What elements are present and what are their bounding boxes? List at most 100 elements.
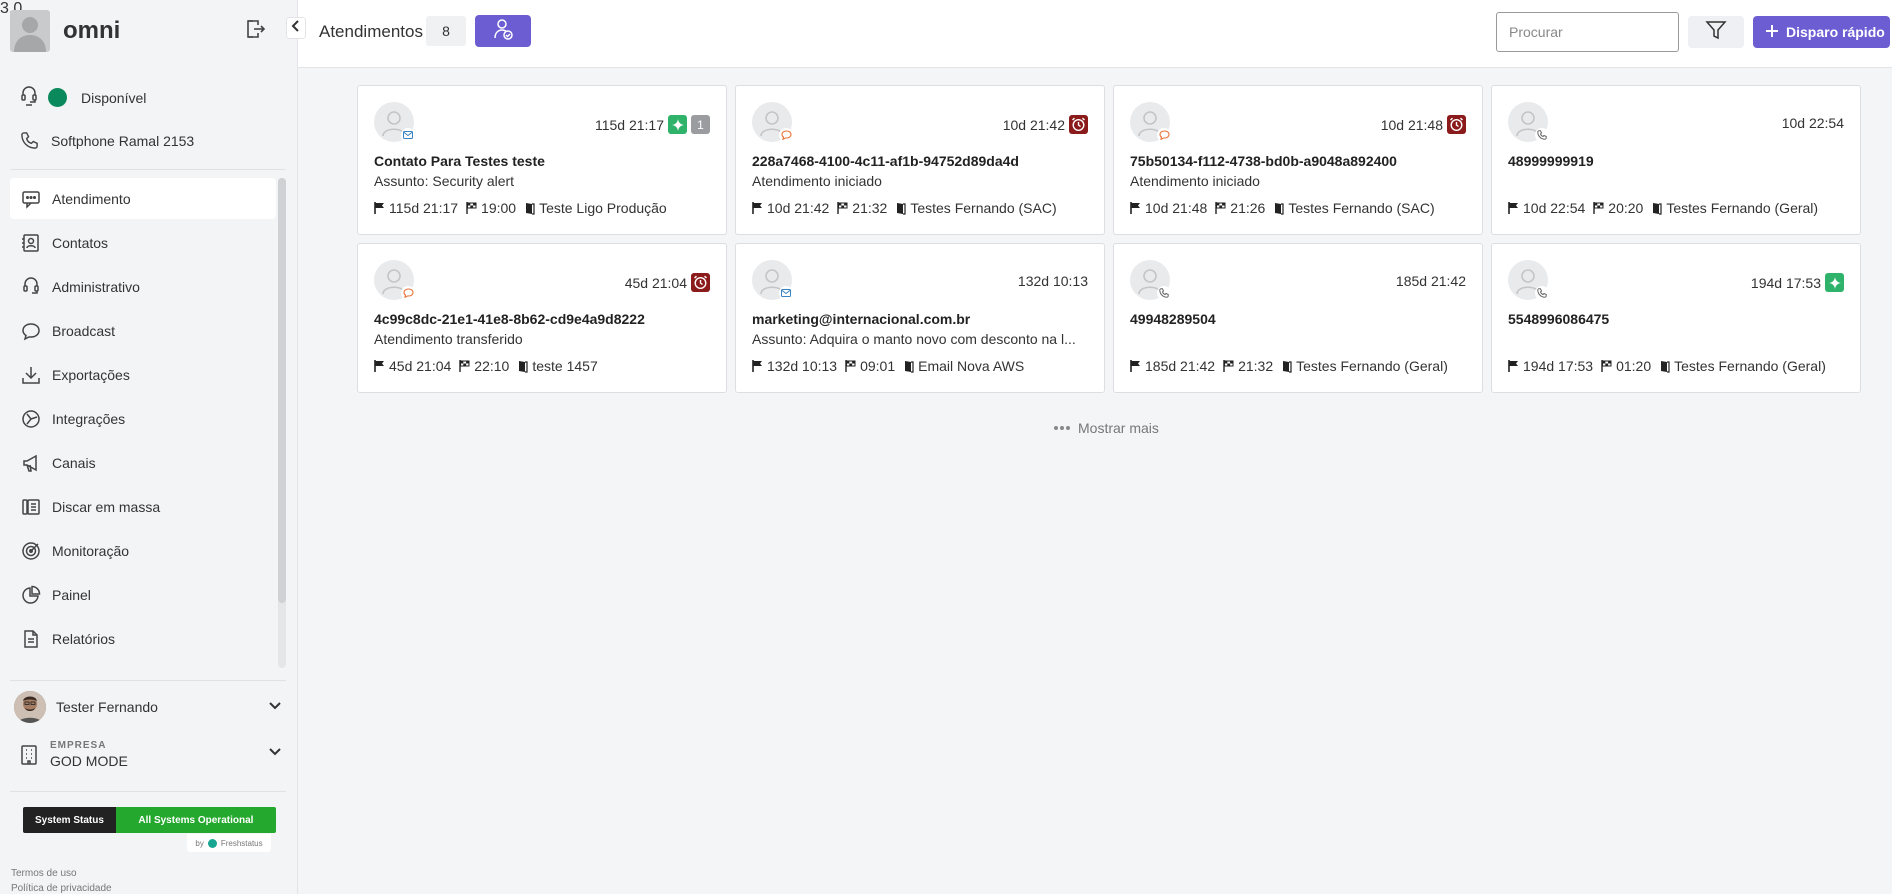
- freshstatus-logo-icon: [207, 838, 217, 848]
- filter-button[interactable]: [1688, 16, 1744, 48]
- page-title: Atendimentos: [319, 22, 423, 41]
- nav-item-contatos[interactable]: Contatos: [10, 222, 276, 263]
- filter-icon: [1705, 19, 1727, 46]
- queue-door-icon: [526, 202, 535, 215]
- start-time: 45d 21:04: [374, 358, 451, 374]
- agent-status[interactable]: Disponível: [20, 86, 146, 109]
- nav-item-painel[interactable]: Painel: [10, 574, 276, 615]
- plus-icon: [1766, 24, 1778, 40]
- end-time: 01:20: [1601, 358, 1651, 374]
- company-selector[interactable]: EMPRESA GOD MODE: [20, 740, 282, 769]
- conversation-card[interactable]: 45d 21:04 4c99c8dc-21e1-41e8-8b62-cd9e4a…: [357, 243, 727, 393]
- chevron-down-icon[interactable]: [268, 745, 282, 764]
- system-status-value: All Systems Operational: [115, 807, 276, 833]
- card-meta: 10d 22:54 20:20 Testes Fernando (Geral): [1508, 200, 1826, 216]
- start-time: 10d 21:48: [1130, 200, 1207, 216]
- nav-item-canais[interactable]: Canais: [10, 442, 276, 483]
- system-status-label: System Status: [23, 807, 116, 833]
- nav-item-broadcast[interactable]: Broadcast: [10, 310, 276, 351]
- terms-link[interactable]: Termos de uso: [11, 866, 112, 881]
- by-label: by: [195, 838, 204, 848]
- card-time-row: 194d 17:53: [1751, 273, 1844, 292]
- assign-user-button[interactable]: [475, 15, 531, 47]
- privacy-link[interactable]: Política de privacidade: [11, 881, 112, 894]
- new-sparkle-icon: [1825, 273, 1844, 292]
- chevron-left-icon: [291, 19, 301, 37]
- flag-icon: [1508, 360, 1518, 372]
- card-time-row: 185d 21:42: [1396, 273, 1466, 289]
- start-time: 194d 17:53: [1508, 358, 1593, 374]
- queue: Testes Fernando (Geral): [1651, 200, 1818, 216]
- conversation-card[interactable]: 10d 21:48 75b50134-f112-4738-bd0b-a9048a…: [1113, 85, 1483, 235]
- conversation-subtitle: Atendimento iniciado: [1130, 173, 1260, 189]
- system-status-widget[interactable]: System Status All Systems Operational: [23, 807, 276, 833]
- elapsed-time: 185d 21:42: [1395, 273, 1466, 289]
- divider: [10, 680, 286, 681]
- nav-item-discar-em-massa[interactable]: Discar em massa: [10, 486, 276, 527]
- app-name: omni: [63, 17, 121, 44]
- card-time-row: 10d 21:42: [1003, 115, 1088, 134]
- checkered-flag-icon: [1601, 360, 1612, 372]
- conversation-card[interactable]: 10d 22:54 48999999919 10d 22:54 20:20 Te…: [1491, 85, 1861, 235]
- email-icon: [779, 286, 793, 300]
- sidebar-scrollbar[interactable]: [278, 178, 286, 668]
- card-meta: 115d 21:17 19:00 Teste Ligo Produção: [374, 200, 675, 216]
- search-input[interactable]: [1496, 12, 1679, 52]
- nav-label: Contatos: [52, 234, 109, 251]
- checkered-flag-icon: [459, 360, 470, 372]
- chevron-down-icon[interactable]: [268, 699, 282, 716]
- nav-item-monitoracao[interactable]: Monitoração: [10, 530, 276, 571]
- reports-icon: [20, 628, 42, 650]
- card-time-row: 132d 10:13: [1018, 273, 1088, 289]
- queue-door-icon: [1653, 202, 1662, 215]
- start-time: 10d 21:42: [752, 200, 829, 216]
- conversation-card[interactable]: 10d 21:42 228a7468-4100-4c11-af1b-94752d…: [735, 85, 1105, 235]
- queue: Teste Ligo Produção: [524, 200, 667, 216]
- chat-bubble-icon: [779, 128, 793, 142]
- card-time-row: 45d 21:04: [625, 273, 710, 292]
- card-meta: 194d 17:53 01:20 Testes Fernando (Geral): [1508, 358, 1834, 374]
- scrollbar-thumb[interactable]: [278, 178, 286, 603]
- freshstatus-credit[interactable]: by Freshstatus: [187, 834, 271, 852]
- show-more-button[interactable]: Mostrar mais: [1054, 420, 1159, 436]
- email-icon: [401, 128, 415, 142]
- queue-door-icon: [519, 360, 528, 373]
- conversation-subtitle: Assunto: Security alert: [374, 173, 515, 189]
- nav-item-administrativo[interactable]: Administrativo: [10, 266, 276, 307]
- nav-item-integracoes[interactable]: Integrações: [10, 398, 276, 439]
- quick-send-label: Disparo rápido: [1786, 24, 1885, 40]
- card-meta: 10d 21:48 21:26 Testes Fernando (SAC): [1130, 200, 1443, 216]
- nav-item-atendimento[interactable]: Atendimento: [10, 178, 276, 219]
- softphone[interactable]: Softphone Ramal 2153: [20, 131, 194, 150]
- conversation-card[interactable]: 194d 17:53 5548996086475 194d 17:53 01:2…: [1491, 243, 1861, 393]
- contact-name: 4c99c8dc-21e1-41e8-8b62-cd9e4a9d8222: [374, 311, 645, 327]
- user-menu[interactable]: Tester Fernando: [14, 691, 282, 723]
- nav-label: Discar em massa: [52, 498, 161, 515]
- softphone-label: Softphone Ramal 2153: [51, 132, 195, 149]
- nav-item-exportacoes[interactable]: Exportações: [10, 354, 276, 395]
- checkered-flag-icon: [845, 360, 856, 372]
- collapse-sidebar-button[interactable]: [286, 17, 306, 39]
- chat-bubble-icon: [401, 286, 415, 300]
- queue: Testes Fernando (SAC): [1273, 200, 1435, 216]
- end-time: 21:32: [1223, 358, 1273, 374]
- conversation-card[interactable]: 132d 10:13 marketing@internacional.com.b…: [735, 243, 1105, 393]
- checkered-flag-icon: [837, 202, 848, 214]
- nav-label: Atendimento: [52, 190, 131, 207]
- nav-item-relatorios[interactable]: Relatórios: [10, 618, 276, 659]
- nav-label: Broadcast: [52, 322, 116, 339]
- start-time: 115d 21:17: [374, 200, 458, 216]
- conversation-card[interactable]: 115d 21:17 1 Contato Para Testes teste A…: [357, 85, 727, 235]
- card-meta: 132d 10:13 09:01 Email Nova AWS: [752, 358, 1032, 374]
- phone-icon: [20, 131, 39, 150]
- conversation-card[interactable]: 185d 21:42 49948289504 185d 21:42 21:32 …: [1113, 243, 1483, 393]
- queue: teste 1457: [517, 358, 598, 374]
- phone-icon: [1157, 286, 1171, 300]
- headset-icon: [20, 86, 38, 109]
- quick-send-button[interactable]: Disparo rápido: [1753, 16, 1890, 48]
- logout-icon[interactable]: [244, 18, 266, 40]
- megaphone-icon: [20, 452, 42, 474]
- chat-bubble-icon: [1157, 128, 1171, 142]
- user-name: Tester Fernando: [56, 699, 158, 715]
- new-sparkle-icon: [668, 115, 687, 134]
